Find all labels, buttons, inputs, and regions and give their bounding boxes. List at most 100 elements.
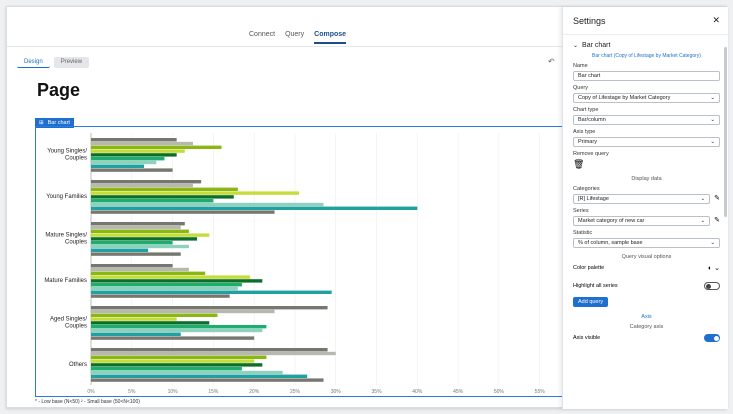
chart-svg: 0% 5% 10% 15% 20% 25% 30% 35% 40% 45% 50% 55% Young … xyxy=(44,133,546,395)
pencil-icon[interactable]: ✎ xyxy=(714,194,720,202)
page-title: Page xyxy=(37,80,81,100)
bar xyxy=(91,374,308,378)
bar xyxy=(91,237,198,241)
close-icon[interactable]: ✕ xyxy=(712,15,720,26)
tab-design[interactable]: Design xyxy=(17,57,50,68)
name-label: Name xyxy=(573,63,588,69)
bar-chart[interactable]: 0% 5% 10% 15% 20% 25% 30% 35% 40% 45% 50% 55% Young … xyxy=(35,126,563,397)
palette-icon[interactable]: ◐ ⌄ xyxy=(708,264,720,272)
chevron-down-icon: ⌄ xyxy=(710,240,715,246)
bar xyxy=(91,306,328,310)
bar xyxy=(91,149,185,153)
highlight-label: Highlight all series xyxy=(573,283,618,289)
trash-icon[interactable]: 🗑 xyxy=(573,159,720,170)
bar xyxy=(91,222,185,226)
bar xyxy=(91,332,181,336)
x-tick-label: 20% xyxy=(249,389,260,395)
charttype-value: Bar/column xyxy=(578,117,606,123)
axis-visible-toggle[interactable] xyxy=(704,334,720,342)
query-select[interactable]: Copy of Lifestage by Market Category ⌄ xyxy=(573,93,720,103)
bar xyxy=(91,267,189,272)
bar xyxy=(91,359,255,363)
x-tick-label: 45% xyxy=(453,389,464,395)
bar xyxy=(91,180,202,184)
axis-visible-label: Axis visible xyxy=(573,335,601,341)
category-label: Couples xyxy=(65,156,87,162)
bar xyxy=(91,168,173,172)
bar xyxy=(91,351,336,356)
bar xyxy=(91,275,251,279)
highlight-toggle[interactable] xyxy=(704,282,720,290)
section-subtitle: Bar chart (Copy of Lifestage by Market C… xyxy=(592,53,701,59)
bar xyxy=(91,336,255,340)
bar xyxy=(91,248,149,252)
series-select[interactable]: Market category of new car ⌄ xyxy=(573,216,711,226)
bar xyxy=(91,233,210,237)
bar xyxy=(91,286,238,291)
section-title: Bar chart xyxy=(582,42,611,49)
chevron-down-icon: ⌄ xyxy=(710,117,715,123)
chevron-down-icon: ⌄ xyxy=(700,196,706,202)
category-label: Young Singles/ xyxy=(47,149,87,155)
bar xyxy=(91,206,418,210)
axistype-value: Primary xyxy=(578,139,597,145)
name-field[interactable]: Bar chart xyxy=(573,71,720,81)
bar xyxy=(91,317,177,321)
bar xyxy=(91,370,283,375)
bar xyxy=(91,348,328,352)
chevron-down-icon: ⌄ xyxy=(710,95,715,101)
bar xyxy=(91,145,222,149)
add-query-button[interactable]: Add query xyxy=(573,297,609,307)
pencil-icon[interactable]: ✎ xyxy=(714,216,720,224)
remove-query-label: Remove query xyxy=(573,151,609,157)
x-tick-label: 25% xyxy=(290,389,301,395)
x-tick-label: 35% xyxy=(372,389,383,395)
bar xyxy=(91,244,189,249)
bar xyxy=(91,252,181,256)
tab-connect[interactable]: Connect xyxy=(249,31,275,44)
category-label: Couples xyxy=(65,324,87,330)
bar xyxy=(91,160,157,165)
query-value: Copy of Lifestage by Market Category xyxy=(578,95,671,101)
axis-divider: Axis xyxy=(641,314,652,320)
top-nav: Connect Query Compose xyxy=(7,7,562,47)
display-data-divider: Display data xyxy=(631,176,662,182)
visual-options-divider: Query visual options xyxy=(621,254,672,260)
bar xyxy=(91,183,193,188)
charttype-label: Chart type xyxy=(573,107,599,113)
bar xyxy=(91,378,324,382)
x-tick-label: 50% xyxy=(494,389,505,395)
bar xyxy=(91,141,193,146)
category-label: Mature Singles/ xyxy=(45,233,87,239)
tab-query[interactable]: Query xyxy=(285,31,304,44)
chevron-down-icon[interactable]: ⌄ xyxy=(573,42,578,49)
x-tick-label: 10% xyxy=(168,389,179,395)
category-label: Mature Families xyxy=(44,278,87,284)
chevron-down-icon: ⌄ xyxy=(710,139,715,145)
bar xyxy=(91,138,177,142)
bar xyxy=(91,279,263,283)
categories-value: [R] Lifestage xyxy=(578,196,609,202)
undo-icon[interactable]: ↶ xyxy=(548,57,555,66)
x-tick-label: 0% xyxy=(87,389,95,395)
tab-compose[interactable]: Compose xyxy=(314,31,347,44)
bar xyxy=(91,294,230,298)
bar xyxy=(91,264,173,268)
scrollbar[interactable] xyxy=(724,47,727,217)
category-axis-divider: Category axis xyxy=(629,324,664,330)
tab-preview[interactable]: Preview xyxy=(53,57,90,68)
x-tick-label: 15% xyxy=(208,389,219,395)
statistic-select[interactable]: % of column, sample base ⌄ xyxy=(573,238,720,248)
x-tick-label: 40% xyxy=(412,389,423,395)
categories-select[interactable]: [R] Lifestage ⌄ xyxy=(573,194,711,204)
charttype-select[interactable]: Bar/column ⌄ xyxy=(573,115,720,125)
bar xyxy=(91,195,234,199)
bar xyxy=(91,225,181,230)
axistype-select[interactable]: Primary ⌄ xyxy=(573,137,720,147)
x-tick-label: 55% xyxy=(535,389,546,395)
app-window: Connect Query Compose Design Preview ↶ P… xyxy=(6,6,728,409)
statistic-value: % of column, sample base xyxy=(578,240,643,246)
view-tabs: Design Preview xyxy=(17,57,90,68)
bar xyxy=(91,241,173,245)
axistype-label: Axis type xyxy=(573,129,596,135)
